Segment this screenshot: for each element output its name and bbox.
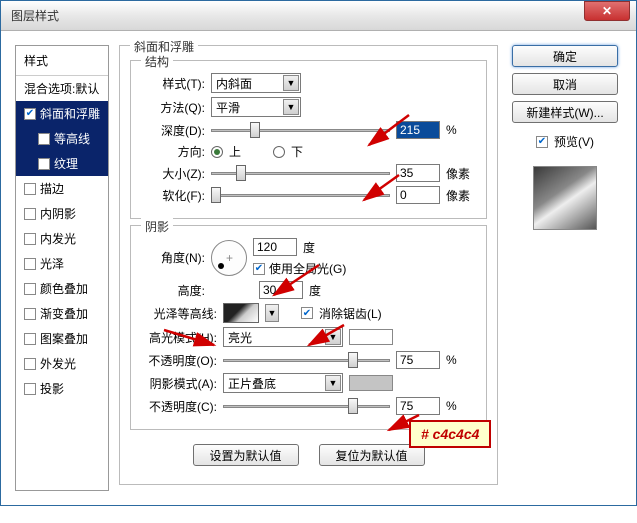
soften-label: 软化(F):	[141, 187, 205, 204]
size-label: 大小(Z):	[141, 165, 205, 182]
antialias-label: 消除锯齿(L)	[319, 305, 382, 322]
chevron-down-icon[interactable]: ▼	[265, 304, 279, 322]
sidebar-item-color-overlay[interactable]: 颜色叠加	[16, 276, 108, 301]
global-light-checkbox[interactable]: ✔	[253, 263, 265, 275]
sidebar-item-bevel[interactable]: ✔斜面和浮雕	[16, 101, 108, 126]
checkbox-icon[interactable]	[24, 333, 36, 345]
sidebar-item-inner-glow[interactable]: 内发光	[16, 226, 108, 251]
layer-style-dialog: 图层样式 ✕ 样式 混合选项:默认 ✔斜面和浮雕 等高线 纹理 描边 内阴影 内…	[0, 0, 637, 506]
method-select[interactable]: 平滑▼	[211, 97, 301, 117]
sidebar-item-stroke[interactable]: 描边	[16, 176, 108, 201]
altitude-unit: 度	[309, 282, 321, 299]
highlight-opacity-input[interactable]	[396, 351, 440, 369]
checkbox-icon[interactable]	[38, 133, 50, 145]
checkbox-icon[interactable]	[24, 308, 36, 320]
soften-input[interactable]	[396, 186, 440, 204]
direction-up-radio[interactable]	[211, 146, 223, 158]
chevron-down-icon: ▼	[283, 75, 299, 91]
checkbox-icon[interactable]	[24, 183, 36, 195]
soften-slider[interactable]	[211, 186, 390, 204]
shadow-mode-select[interactable]: 正片叠底▼	[223, 373, 343, 393]
depth-slider[interactable]	[211, 121, 390, 139]
highlight-opacity-label: 不透明度(O):	[141, 352, 217, 369]
depth-input[interactable]	[396, 121, 440, 139]
angle-label: 角度(N):	[141, 249, 205, 266]
size-input[interactable]	[396, 164, 440, 182]
angle-dial[interactable]	[211, 240, 247, 276]
depth-label: 深度(D):	[141, 122, 205, 139]
altitude-label: 高度:	[141, 282, 205, 299]
checkbox-icon[interactable]	[24, 383, 36, 395]
structure-legend: 结构	[141, 53, 173, 70]
direction-label: 方向:	[141, 143, 205, 160]
checkbox-icon[interactable]	[24, 208, 36, 220]
checkbox-icon[interactable]	[24, 358, 36, 370]
sidebar-item-texture[interactable]: 纹理	[16, 151, 108, 176]
sidebar-item-inner-shadow[interactable]: 内阴影	[16, 201, 108, 226]
method-label: 方法(Q):	[141, 99, 205, 116]
preview-label: 预览(V)	[554, 133, 594, 150]
checkbox-icon[interactable]: ✔	[24, 108, 36, 120]
preview-thumbnail	[533, 166, 597, 230]
shadow-legend: 阴影	[141, 218, 173, 235]
bevel-fieldset: 斜面和浮雕 结构 样式(T): 内斜面▼ 方法(Q): 平滑▼ 深度(D):	[119, 45, 498, 485]
cancel-button[interactable]: 取消	[512, 73, 618, 95]
highlight-mode-label: 高光模式(H):	[141, 329, 217, 346]
direction-down-radio[interactable]	[273, 146, 285, 158]
angle-input[interactable]	[253, 238, 297, 256]
styles-sidebar: 样式 混合选项:默认 ✔斜面和浮雕 等高线 纹理 描边 内阴影 内发光 光泽 颜…	[15, 45, 109, 491]
sidebar-header: 样式	[16, 46, 108, 76]
titlebar: 图层样式 ✕	[1, 1, 636, 31]
size-slider[interactable]	[211, 164, 390, 182]
main-panel: 斜面和浮雕 结构 样式(T): 内斜面▼ 方法(Q): 平滑▼ 深度(D):	[119, 45, 498, 491]
chevron-down-icon: ▼	[325, 375, 341, 391]
sidebar-item-outer-glow[interactable]: 外发光	[16, 351, 108, 376]
close-button[interactable]: ✕	[584, 1, 630, 21]
highlight-color-swatch[interactable]	[349, 329, 393, 345]
gloss-contour-picker[interactable]	[223, 303, 259, 323]
style-select[interactable]: 内斜面▼	[211, 73, 301, 93]
highlight-mode-select[interactable]: 亮光▼	[223, 327, 343, 347]
chevron-down-icon: ▼	[325, 329, 341, 345]
structure-group: 结构 样式(T): 内斜面▼ 方法(Q): 平滑▼ 深度(D): %	[130, 60, 487, 219]
chevron-down-icon: ▼	[283, 99, 299, 115]
soften-unit: 像素	[446, 187, 476, 204]
altitude-input[interactable]	[259, 281, 303, 299]
shadow-opacity-input[interactable]	[396, 397, 440, 415]
depth-unit: %	[446, 123, 476, 137]
global-light-label: 使用全局光(G)	[269, 260, 346, 277]
sidebar-item-contour[interactable]: 等高线	[16, 126, 108, 151]
shadow-color-swatch[interactable]	[349, 375, 393, 391]
preview-checkbox[interactable]: ✔	[536, 136, 548, 148]
highlight-opacity-slider[interactable]	[223, 351, 390, 369]
shadow-mode-label: 阴影模式(A):	[141, 375, 217, 392]
checkbox-icon[interactable]	[24, 258, 36, 270]
window-title: 图层样式	[11, 7, 584, 24]
antialias-checkbox[interactable]: ✔	[301, 307, 313, 319]
sidebar-item-gradient-overlay[interactable]: 渐变叠加	[16, 301, 108, 326]
style-label: 样式(T):	[141, 75, 205, 92]
shadow-opacity-slider[interactable]	[223, 397, 390, 415]
sidebar-item-drop-shadow[interactable]: 投影	[16, 376, 108, 401]
gloss-contour-label: 光泽等高线:	[141, 305, 217, 322]
sidebar-blend-options[interactable]: 混合选项:默认	[16, 76, 108, 101]
checkbox-icon[interactable]	[24, 233, 36, 245]
new-style-button[interactable]: 新建样式(W)...	[512, 101, 618, 123]
shadow-opacity-unit: %	[446, 399, 476, 413]
highlight-opacity-unit: %	[446, 353, 476, 367]
color-annotation: # c4c4c4	[409, 420, 491, 448]
size-unit: 像素	[446, 165, 476, 182]
shadow-opacity-label: 不透明度(C):	[141, 398, 217, 415]
sidebar-item-pattern-overlay[interactable]: 图案叠加	[16, 326, 108, 351]
checkbox-icon[interactable]	[24, 283, 36, 295]
sidebar-item-satin[interactable]: 光泽	[16, 251, 108, 276]
set-default-button[interactable]: 设置为默认值	[193, 444, 299, 466]
checkbox-icon[interactable]	[38, 158, 50, 170]
ok-button[interactable]: 确定	[512, 45, 618, 67]
angle-unit: 度	[303, 239, 315, 256]
right-column: 确定 取消 新建样式(W)... ✔ 预览(V)	[508, 45, 622, 491]
shadow-group: 阴影 角度(N): 度 ✔ 使用全局光(G)	[130, 225, 487, 430]
